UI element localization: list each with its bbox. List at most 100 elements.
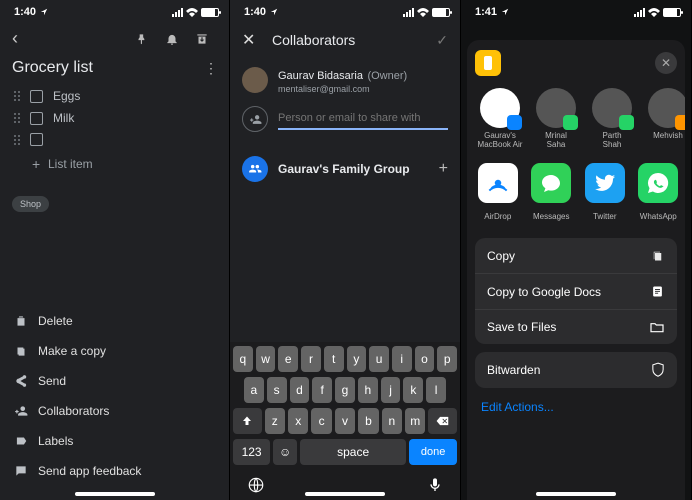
menu-send[interactable]: Send bbox=[0, 366, 229, 396]
share-contact[interactable]: Mehvish bbox=[643, 88, 685, 149]
share-contact[interactable]: Gaurav'sMacBook Air bbox=[475, 88, 525, 149]
label-icon bbox=[14, 434, 38, 448]
checkbox[interactable] bbox=[30, 112, 43, 125]
share-app-airdrop[interactable]: AirDrop bbox=[475, 163, 521, 224]
share-icon bbox=[14, 374, 38, 388]
copy-icon bbox=[650, 248, 665, 263]
key-r[interactable]: r bbox=[301, 346, 321, 372]
menu-make-copy[interactable]: Make a copy bbox=[0, 336, 229, 366]
action-bitwarden[interactable]: Bitwarden bbox=[475, 352, 677, 388]
group-icon bbox=[242, 156, 268, 182]
key-g[interactable]: g bbox=[335, 377, 355, 403]
key-m[interactable]: m bbox=[405, 408, 425, 434]
add-list-label: List item bbox=[48, 157, 93, 171]
share-input[interactable] bbox=[278, 108, 448, 130]
plus-icon: + bbox=[32, 156, 48, 172]
key-x[interactable]: x bbox=[288, 408, 308, 434]
close-icon[interactable]: ✕ bbox=[242, 30, 262, 50]
owner-role: (Owner) bbox=[367, 70, 407, 82]
key-i[interactable]: i bbox=[392, 346, 412, 372]
key-shift[interactable] bbox=[233, 408, 262, 434]
key-v[interactable]: v bbox=[335, 408, 355, 434]
battery-icon bbox=[201, 8, 219, 17]
label-chip[interactable]: Shop bbox=[12, 196, 49, 212]
key-b[interactable]: b bbox=[358, 408, 378, 434]
globe-icon[interactable] bbox=[247, 476, 265, 494]
back-icon[interactable]: ‹ bbox=[12, 28, 18, 49]
location-icon bbox=[40, 8, 48, 16]
share-app-twitter[interactable]: Twitter bbox=[582, 163, 628, 224]
key-o[interactable]: o bbox=[415, 346, 435, 372]
key-f[interactable]: f bbox=[312, 377, 332, 403]
key-p[interactable]: p bbox=[437, 346, 457, 372]
action-copy[interactable]: Copy bbox=[475, 238, 677, 273]
key-z[interactable]: z bbox=[265, 408, 285, 434]
checklist-item[interactable]: Milk bbox=[0, 107, 229, 129]
checkbox[interactable] bbox=[30, 90, 43, 103]
key-l[interactable]: l bbox=[426, 377, 446, 403]
owner-name: Gaurav Bidasaria bbox=[278, 70, 363, 82]
checklist-item[interactable] bbox=[0, 129, 229, 150]
key-w[interactable]: w bbox=[256, 346, 276, 372]
action-save-files[interactable]: Save to Files bbox=[475, 309, 677, 344]
key-k[interactable]: k bbox=[403, 377, 423, 403]
key-a[interactable]: a bbox=[244, 377, 264, 403]
home-indicator[interactable] bbox=[536, 492, 616, 496]
screen-keep-note: 1:40 ‹ Grocery list ⋮ bbox=[0, 0, 230, 500]
confirm-icon[interactable]: ✓ bbox=[436, 32, 448, 49]
share-app-messages[interactable]: Messages bbox=[529, 163, 575, 224]
checklist-item[interactable]: Eggs bbox=[0, 85, 229, 107]
key-n[interactable]: n bbox=[382, 408, 402, 434]
key-done[interactable]: done bbox=[409, 439, 457, 465]
menu-feedback[interactable]: Send app feedback bbox=[0, 456, 229, 486]
mic-icon[interactable] bbox=[427, 476, 443, 494]
app-badge-icon bbox=[619, 115, 634, 130]
group-row[interactable]: Gaurav's Family Group + bbox=[230, 148, 460, 190]
note-title[interactable]: Grocery list bbox=[12, 59, 203, 77]
key-c[interactable]: c bbox=[311, 408, 331, 434]
location-icon bbox=[270, 8, 278, 16]
checkbox[interactable] bbox=[30, 133, 43, 146]
status-bar: 1:41 bbox=[461, 0, 691, 20]
signal-icon bbox=[172, 8, 183, 17]
share-contact[interactable]: MrinalSaha bbox=[531, 88, 581, 149]
menu-collaborators[interactable]: Collaborators bbox=[0, 396, 229, 426]
key-s[interactable]: s bbox=[267, 377, 287, 403]
drag-handle-icon[interactable] bbox=[14, 91, 24, 101]
key-e[interactable]: e bbox=[278, 346, 298, 372]
key-123[interactable]: 123 bbox=[233, 439, 270, 465]
menu-labels[interactable]: Labels bbox=[0, 426, 229, 456]
key-q[interactable]: q bbox=[233, 346, 253, 372]
add-list-item[interactable]: + List item bbox=[0, 150, 229, 176]
drag-handle-icon[interactable] bbox=[14, 135, 24, 145]
share-sheet: ✕ Gaurav'sMacBook AirMrinalSahaParthShah… bbox=[467, 40, 685, 500]
key-h[interactable]: h bbox=[358, 377, 378, 403]
key-u[interactable]: u bbox=[369, 346, 389, 372]
app-tile bbox=[638, 163, 678, 203]
home-indicator[interactable] bbox=[75, 492, 155, 496]
home-indicator[interactable] bbox=[305, 492, 385, 496]
app-badge-icon bbox=[675, 115, 685, 130]
screen-share-sheet: 1:41 ✕ Gaurav'sMacBook AirMrinalSahaPart… bbox=[461, 0, 692, 500]
more-icon[interactable]: ⋮ bbox=[203, 60, 219, 77]
copy-icon bbox=[14, 344, 38, 358]
key-j[interactable]: j bbox=[381, 377, 401, 403]
drag-handle-icon[interactable] bbox=[14, 113, 24, 123]
share-contact[interactable]: ParthShah bbox=[587, 88, 637, 149]
menu-delete[interactable]: Delete bbox=[0, 306, 229, 336]
key-space[interactable]: space bbox=[300, 439, 406, 465]
pin-icon[interactable] bbox=[135, 32, 157, 46]
close-icon[interactable]: ✕ bbox=[655, 52, 677, 74]
signal-icon bbox=[634, 8, 645, 17]
archive-icon[interactable] bbox=[195, 32, 217, 46]
key-y[interactable]: y bbox=[347, 346, 367, 372]
action-copy-gdocs[interactable]: Copy to Google Docs bbox=[475, 273, 677, 309]
edit-actions-link[interactable]: Edit Actions... bbox=[467, 388, 685, 426]
reminder-icon[interactable] bbox=[165, 32, 187, 46]
key-t[interactable]: t bbox=[324, 346, 344, 372]
key-d[interactable]: d bbox=[290, 377, 310, 403]
share-app-whatsapp[interactable]: WhatsApp bbox=[636, 163, 682, 224]
key-emoji[interactable]: ☺ bbox=[273, 439, 297, 465]
key-backspace[interactable] bbox=[428, 408, 457, 434]
add-icon[interactable]: + bbox=[439, 160, 448, 178]
